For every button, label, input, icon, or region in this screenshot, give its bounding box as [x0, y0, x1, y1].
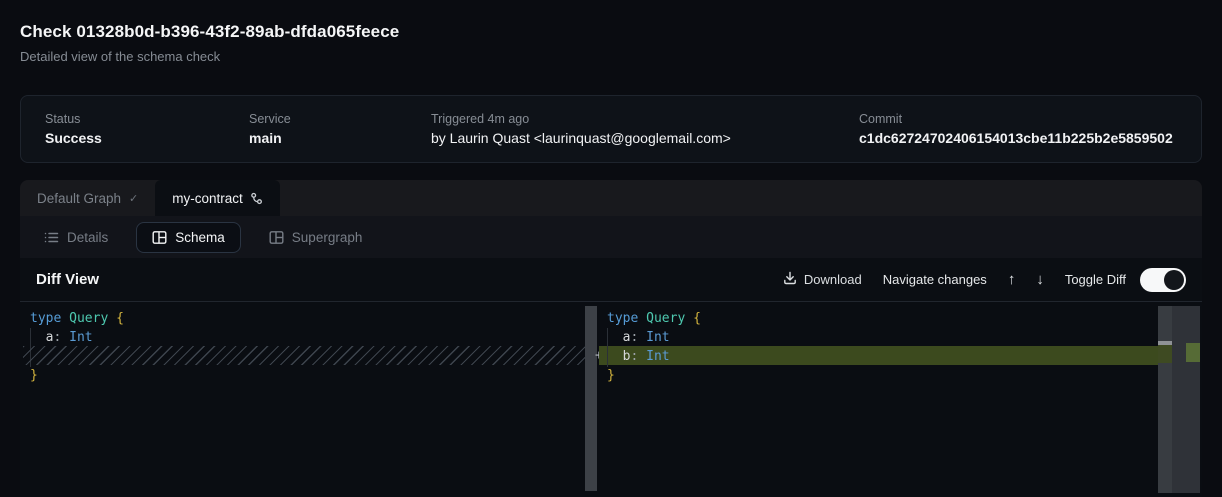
tab-schema-label: Schema — [175, 230, 225, 245]
status-field: Status Success — [45, 112, 249, 146]
tab-details[interactable]: Details — [44, 230, 108, 245]
tab-my-contract-label: my-contract — [172, 191, 243, 206]
graph-tab-strip: Default Graph ✓ my-contract — [20, 180, 1202, 216]
diff-pane-original[interactable]: type Query { a: Int } — [20, 302, 585, 497]
service-field: Service main — [249, 112, 431, 146]
tab-default-graph-label: Default Graph — [37, 191, 121, 206]
diff-toolbar: Diff View Download Navigate changes ↑ ↓ — [20, 258, 1202, 302]
tab-schema[interactable]: Schema — [136, 222, 241, 253]
commit-field: Commit c1dc62724702406154013cbe11b225b2e… — [859, 112, 1177, 146]
overview-ruler[interactable] — [1172, 306, 1200, 493]
status-value: Success — [45, 130, 249, 146]
inserted-line-highlight — [599, 346, 1158, 365]
service-label: Service — [249, 112, 431, 126]
diff-pane-modified[interactable]: type Query { a: Int b: Int } — [597, 302, 1158, 497]
check-icon: ✓ — [129, 192, 138, 205]
insert-overview-mark — [1186, 343, 1200, 362]
navigate-changes-label: Navigate changes — [883, 272, 987, 287]
triggered-label: Triggered 4m ago — [431, 112, 859, 126]
code-line: type Query { — [30, 309, 124, 328]
next-change-button[interactable]: ↓ — [1036, 271, 1044, 288]
status-label: Status — [45, 112, 249, 126]
code-line: } — [30, 366, 38, 385]
arrow-up-icon: ↑ — [1008, 271, 1016, 288]
page-title: Check 01328b0d-b396-43f2-89ab-dfda065fee… — [20, 22, 399, 42]
diff-toolbar-actions: Download Navigate changes ↑ ↓ Toggle Dif… — [783, 268, 1202, 292]
service-value: main — [249, 130, 431, 146]
panels-icon — [152, 230, 167, 245]
tab-default-graph[interactable]: Default Graph ✓ — [20, 180, 155, 216]
left-editor-scrollbar[interactable] — [585, 306, 597, 491]
arrow-down-icon: ↓ — [1036, 271, 1044, 288]
previous-change-button[interactable]: ↑ — [1008, 271, 1016, 288]
page-header: Check 01328b0d-b396-43f2-89ab-dfda065fee… — [20, 22, 399, 64]
panels-icon — [269, 230, 284, 245]
download-button[interactable]: Download — [783, 271, 862, 288]
code-line-inserted: b: Int — [607, 347, 670, 366]
triggered-field: Triggered 4m ago by Laurin Quast <laurin… — [431, 112, 859, 146]
tab-supergraph[interactable]: Supergraph — [269, 230, 363, 245]
right-editor-scrollbar[interactable] — [1158, 306, 1172, 493]
tab-my-contract[interactable]: my-contract — [155, 180, 280, 216]
switch-knob — [1164, 270, 1184, 290]
diff-view-title: Diff View — [36, 271, 99, 288]
check-summary-card: Status Success Service main Triggered 4m… — [20, 95, 1202, 163]
commit-label: Commit — [859, 112, 1177, 126]
download-icon — [783, 271, 797, 288]
tab-supergraph-label: Supergraph — [292, 230, 363, 245]
list-icon — [44, 230, 59, 245]
code-line: a: Int — [607, 328, 670, 347]
diff-editor: type Query { a: Int } + type Query { a: … — [20, 302, 1202, 497]
view-tab-row: Details Schema Supergraph — [20, 216, 1202, 258]
page-subtitle: Detailed view of the schema check — [20, 49, 399, 64]
toggle-diff-label: Toggle Diff — [1065, 272, 1126, 287]
download-label: Download — [804, 272, 862, 287]
commit-value: c1dc62724702406154013cbe11b225b2e5859502 — [859, 130, 1177, 146]
schema-check-page: Check 01328b0d-b396-43f2-89ab-dfda065fee… — [0, 0, 1222, 497]
insert-decoration-scrollbar — [1158, 345, 1172, 363]
contract-icon — [250, 192, 263, 205]
triggered-value: by Laurin Quast <laurinquast@googlemail.… — [431, 130, 859, 146]
code-line: } — [607, 366, 615, 385]
tab-details-label: Details — [67, 230, 108, 245]
removed-line-placeholder — [23, 346, 585, 365]
toggle-diff-switch[interactable] — [1140, 268, 1186, 292]
code-line: a: Int — [30, 328, 93, 347]
code-line: type Query { — [607, 309, 701, 328]
